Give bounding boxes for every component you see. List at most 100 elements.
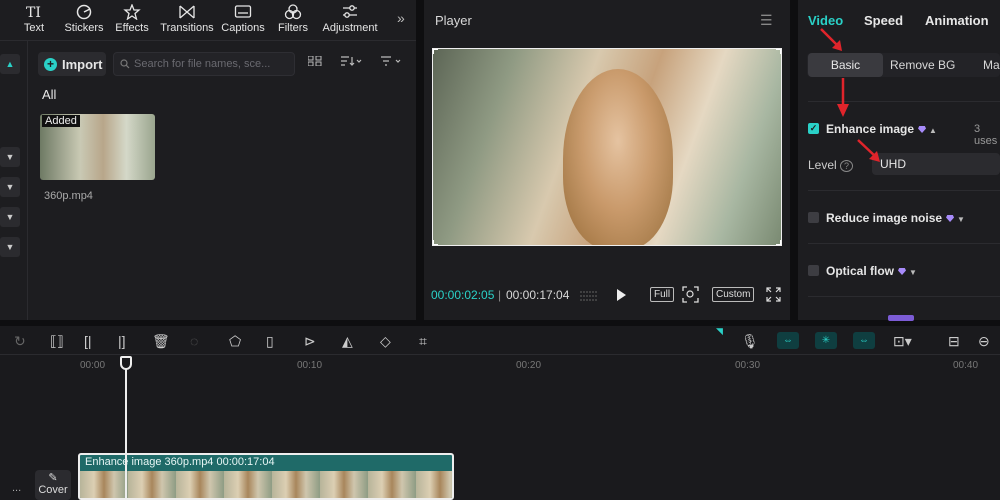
chevron-up-icon[interactable]: ▲ — [929, 126, 937, 135]
text-icon: TI — [26, 5, 41, 20]
chevron-up-icon[interactable]: ▲ — [0, 54, 20, 74]
auto-snap-button[interactable]: ✳ — [815, 332, 837, 349]
redo-icon[interactable]: ↻ — [14, 333, 26, 350]
search-input[interactable] — [134, 58, 294, 70]
subtab-basic[interactable]: Basic — [808, 53, 883, 77]
tool-adjustment[interactable]: Adjustment — [320, 4, 380, 34]
subtab-remove-bg[interactable]: Remove BG — [890, 58, 955, 72]
import-button[interactable]: + Import — [38, 52, 106, 76]
split-right-icon[interactable]: |] — [118, 333, 126, 349]
split-left-icon[interactable]: [| — [84, 333, 92, 349]
tool-filters[interactable]: Filters — [263, 4, 323, 34]
freeze-icon[interactable]: ◌ — [190, 333, 198, 349]
pro-diamond-icon — [918, 126, 927, 133]
chevron-down-icon[interactable]: ▼ — [0, 177, 20, 197]
flip-icon[interactable]: ◭ — [342, 333, 353, 350]
chevron-down-icon[interactable]: ▼ — [909, 268, 917, 277]
section-divider — [808, 296, 1000, 297]
crop-corner-handle[interactable] — [776, 49, 781, 54]
edit-icon: ✎ — [48, 472, 58, 484]
grid-view-icon[interactable] — [307, 55, 322, 69]
preview-axis-icon[interactable]: ⊡▾ — [893, 333, 912, 350]
sort-icon[interactable] — [340, 56, 362, 69]
tool-effects[interactable]: Effects — [102, 4, 162, 34]
play-button[interactable] — [615, 288, 627, 307]
main-track-magnet-button[interactable]: ⇔ — [777, 332, 799, 349]
more-tools-button[interactable]: » — [397, 10, 405, 26]
reduce-noise-option: Reduce image noise ▼ — [826, 211, 965, 225]
search-icon — [120, 59, 130, 69]
annotation-arrow-icon — [857, 139, 880, 162]
tool-transitions[interactable]: Transitions — [157, 4, 217, 34]
zoom-to-fit-icon[interactable]: ⊟ — [948, 333, 960, 350]
import-label: Import — [62, 56, 103, 72]
timeline-toolbar-divider — [0, 354, 1000, 355]
playhead[interactable] — [125, 358, 127, 500]
crop-corner-handle[interactable] — [433, 240, 438, 245]
chevron-down-icon[interactable]: ▼ — [0, 147, 20, 167]
crop-icon[interactable]: ⌗ — [419, 333, 427, 350]
info-icon[interactable]: ? — [840, 160, 854, 172]
tab-speed[interactable]: Speed — [864, 13, 903, 28]
properties-panel: Video Speed Animation Basic Remove BG Ma… — [798, 0, 1000, 321]
svg-text:TI: TI — [26, 5, 41, 20]
optical-flow-option: Optical flow ▼ — [826, 264, 917, 278]
aspect-ratio-button[interactable]: Custom — [712, 287, 755, 302]
tool-filters-label: Filters — [278, 22, 308, 34]
zoom-out-icon[interactable]: ⊖ — [978, 333, 990, 350]
cover-label: Cover — [38, 484, 68, 496]
added-badge: Added — [42, 115, 80, 127]
sticker-icon — [76, 4, 92, 20]
cover-button[interactable]: ✎ Cover — [35, 470, 71, 500]
ruler-label: 00:30 — [735, 360, 761, 371]
enhance-uses-count: 3 uses — [974, 123, 998, 147]
microphone-icon[interactable]: 🎙 — [741, 333, 759, 350]
media-thumbnail[interactable]: Added — [40, 114, 155, 180]
chevron-down-icon[interactable]: ▼ — [0, 237, 20, 257]
tool-transitions-label: Transitions — [160, 22, 214, 34]
waveform-icon — [579, 289, 599, 307]
level-select[interactable]: UHD — [872, 153, 1000, 175]
total-timecode: 00:00:17:04 — [506, 288, 570, 302]
split-icon[interactable]: ⟦⟧ — [50, 333, 64, 350]
enhance-image-option: Enhance image ▲ — [826, 122, 937, 136]
subtab-mask[interactable]: Ma — [983, 58, 1000, 72]
crop-corner-handle[interactable] — [776, 240, 781, 245]
filter-all-tab[interactable]: All — [42, 87, 56, 102]
menu-icon[interactable]: ☰ — [760, 12, 773, 29]
chevron-down-icon[interactable]: ▼ — [957, 215, 965, 224]
effects-icon — [123, 4, 141, 20]
plus-icon: + — [44, 57, 57, 71]
mirror-frame-icon[interactable]: ▯ — [266, 333, 274, 350]
ruler-label: 00:00 — [80, 360, 106, 371]
tab-animation[interactable]: Animation — [925, 13, 989, 28]
reduce-noise-checkbox[interactable] — [808, 212, 819, 223]
media-search[interactable] — [113, 52, 295, 76]
fullscreen-icon[interactable] — [766, 287, 781, 307]
timeline-panel: ↻ ⟦⟧ [| |] 🗑 ◌ ⬠ ▯ ⊳ ◭ ◇ ⌗ ◥ 🎙 ⇔ ✳ ⇔ ⊡▾ … — [0, 326, 1000, 500]
video-preview[interactable] — [432, 48, 782, 246]
delete-icon[interactable]: 🗑 — [152, 333, 170, 350]
ruler-label: 00:40 — [953, 360, 979, 371]
playhead-handle[interactable] — [120, 356, 132, 370]
more-options-icon[interactable]: ... — [12, 482, 21, 494]
enhance-image-checkbox[interactable]: ✓ — [808, 123, 819, 134]
crop-corner-handle[interactable] — [433, 49, 438, 54]
media-panel: TI Text Stickers Effects Transitions Cap… — [0, 0, 416, 320]
filter-icon[interactable] — [380, 56, 402, 69]
full-quality-button[interactable]: Full — [650, 287, 675, 302]
tool-adjustment-label: Adjustment — [322, 22, 378, 34]
play-icon — [617, 289, 626, 301]
zoom-fit-icon[interactable] — [682, 286, 699, 308]
video-clip[interactable]: Enhance image 360p.mp4 00:00:17:04 — [78, 453, 454, 500]
pro-diamond-icon — [898, 268, 907, 275]
play-circle-icon[interactable]: ⊳ — [304, 333, 316, 350]
optical-flow-checkbox[interactable] — [808, 265, 819, 276]
captions-icon — [234, 5, 252, 18]
level-label: Level ? — [808, 158, 854, 172]
marker-icon[interactable]: ⬠ — [229, 333, 241, 350]
rotate-icon[interactable]: ◇ — [380, 333, 391, 350]
linkage-button[interactable]: ⇔ — [853, 332, 875, 349]
tool-effects-label: Effects — [115, 22, 149, 34]
chevron-down-icon[interactable]: ▼ — [0, 207, 20, 227]
